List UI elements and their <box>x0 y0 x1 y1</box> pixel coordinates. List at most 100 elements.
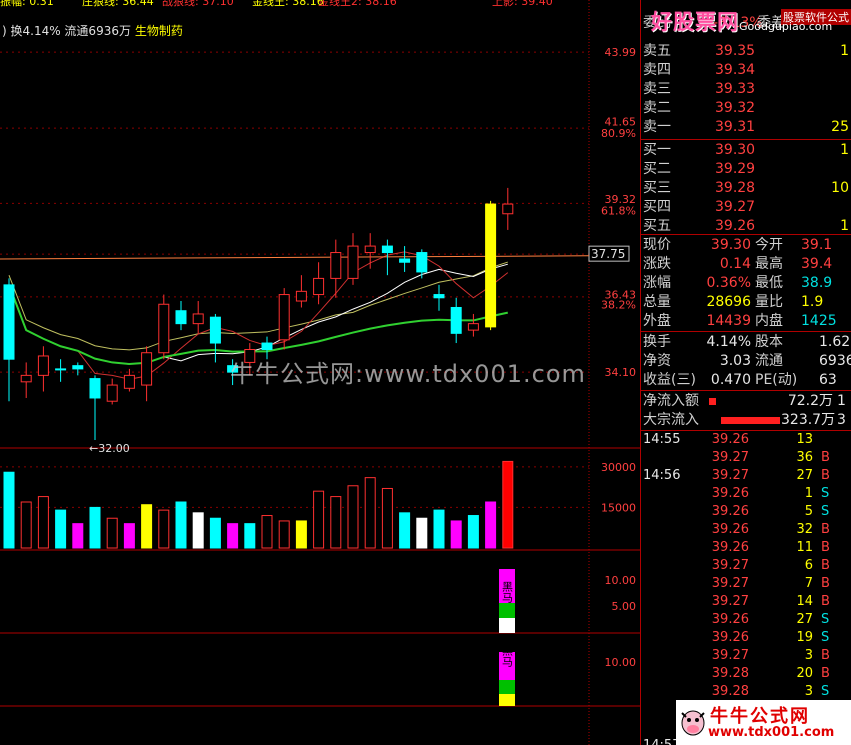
sell-label: 卖一 <box>643 119 671 135</box>
tick-side: B <box>821 666 830 681</box>
candle-body <box>209 316 221 344</box>
goodgupiao-logo: 好股票网 股票软件公式 Goodgupiao.com <box>651 6 851 34</box>
flow-row: 大宗流入 323.7万 3 <box>641 411 851 430</box>
indicator1-label: 黑马 <box>501 581 514 604</box>
volume-bar <box>278 520 290 549</box>
sell-price: 39.32 <box>715 100 756 116</box>
fund-row: 换手 4.14% 股本 1.62 <box>641 333 851 352</box>
candle-body <box>89 378 101 399</box>
price-axis-label: 34.10 <box>605 366 637 379</box>
tick-side: B <box>821 450 830 465</box>
fund-value: 3.03 <box>719 353 751 369</box>
indicator2-bar <box>499 668 515 680</box>
sell-price: 39.34 <box>715 62 756 78</box>
sell-volume: 25 <box>831 119 849 135</box>
quote-label: 涨幅 <box>643 275 671 291</box>
tick-row: 14:55 39.26 13 <box>641 431 851 449</box>
quote-row: 涨幅 0.36% 最低 38.9 <box>641 274 851 293</box>
quote-value: 0.14 <box>719 256 751 272</box>
sell-price: 39.33 <box>715 81 756 97</box>
tick-row: 39.26 19 S <box>641 629 851 647</box>
sell-price: 39.35 <box>715 43 756 59</box>
tick-side: B <box>821 558 830 573</box>
flow-bar <box>721 417 780 424</box>
tick-price: 39.27 <box>711 594 749 609</box>
tick-row: 39.28 3 S <box>641 683 851 701</box>
sell-row: 卖五 39.35 1 <box>641 42 851 61</box>
quote-value: 1425 <box>801 313 837 329</box>
volume-axis-label: 15000 <box>601 501 636 514</box>
fund-value: 6936 <box>819 353 851 369</box>
quote-value: 39.30 <box>710 237 751 253</box>
tick-price: 39.26 <box>711 432 749 447</box>
tick-volume: 6 <box>804 558 813 573</box>
tick-row: 39.26 27 S <box>641 611 851 629</box>
tick-side: B <box>821 468 830 483</box>
sell-row: 卖三 39.33 <box>641 80 851 99</box>
indicator2-bar <box>499 680 515 694</box>
fund-value: 4.14% <box>706 334 751 350</box>
volume-axis-label: 30000 <box>601 461 636 474</box>
tick-volume: 1 <box>804 486 813 501</box>
sell-label: 卖五 <box>643 43 671 59</box>
indicator2-label: 黑马 <box>501 645 514 668</box>
volume-bar <box>450 520 462 549</box>
candle-body <box>502 203 514 215</box>
indicator1-axis-label: 5.00 <box>612 600 637 613</box>
quote-row: 现价 39.30 今开 39.1 <box>641 236 851 255</box>
indicator1-axis-label: 10.00 <box>605 574 637 587</box>
volume-bar <box>313 490 325 549</box>
quote-value: 0.36% <box>706 275 751 291</box>
volume-bar <box>295 520 307 549</box>
ma-line-yellow <box>8 261 508 351</box>
volume-bar <box>485 501 497 549</box>
sell-label: 卖三 <box>643 81 671 97</box>
fund-row: 收益(三) 0.470 PE(动) 63 <box>641 371 851 390</box>
candle-body <box>175 310 187 325</box>
candle-body <box>3 284 15 360</box>
buy-row: 买三 39.28 10 <box>641 179 851 198</box>
tick-price: 39.27 <box>711 558 749 573</box>
candle-body <box>72 365 84 370</box>
flow-value: 323.7万 <box>781 412 836 428</box>
ma-line-white <box>8 263 508 365</box>
buy-row: 买一 39.30 1 <box>641 141 851 160</box>
indicator1-bar <box>499 603 515 618</box>
candle-body <box>364 245 376 254</box>
volume-bar <box>72 523 84 549</box>
tick-price: 39.28 <box>711 684 749 699</box>
volume-bar <box>3 471 15 549</box>
volume-bar <box>244 523 256 549</box>
kline-chart-area[interactable]: 振幅: 0.31 庄狼线: 36.44 战狼线: 37.10 金线王: 38.16 金线… <box>0 0 640 745</box>
volume-bar <box>416 517 428 549</box>
tick-volume: 19 <box>796 630 813 645</box>
tick-row: 39.26 5 S <box>641 503 851 521</box>
tick-price: 39.26 <box>711 522 749 537</box>
price-axis-label: 61.8% <box>601 205 636 218</box>
logo-url-text: Goodgupiao.com <box>739 20 833 33</box>
quote-value: 1.9 <box>801 294 824 310</box>
tick-time: 14:57 <box>643 737 680 745</box>
candle-body <box>192 313 204 325</box>
quote-label: 现价 <box>643 237 671 253</box>
buy-row: 买四 39.27 <box>641 198 851 217</box>
candle-body <box>158 303 170 354</box>
price-axis-label: 43.99 <box>605 46 637 59</box>
tick-volume: 7 <box>804 576 813 591</box>
tick-side: B <box>821 522 830 537</box>
volume-bar <box>106 517 118 549</box>
sell-volume: 1 <box>840 43 849 59</box>
volume-bar <box>467 515 479 549</box>
logo-bottom-url: www.tdx001.com <box>708 725 835 740</box>
candle-body <box>123 374 135 389</box>
quote-value: 39.1 <box>801 237 833 253</box>
tick-side: B <box>821 594 830 609</box>
tick-price: 39.26 <box>711 504 749 519</box>
buy-volume: 10 <box>831 180 849 196</box>
fund-value: 1.62 <box>819 334 851 350</box>
flow-extra: 3 <box>837 412 846 428</box>
tick-time: 14:56 <box>643 468 681 483</box>
buy-price: 39.29 <box>715 161 756 177</box>
candle-body <box>416 252 428 273</box>
flow-row: 净流入额 72.2万 1 <box>641 392 851 411</box>
